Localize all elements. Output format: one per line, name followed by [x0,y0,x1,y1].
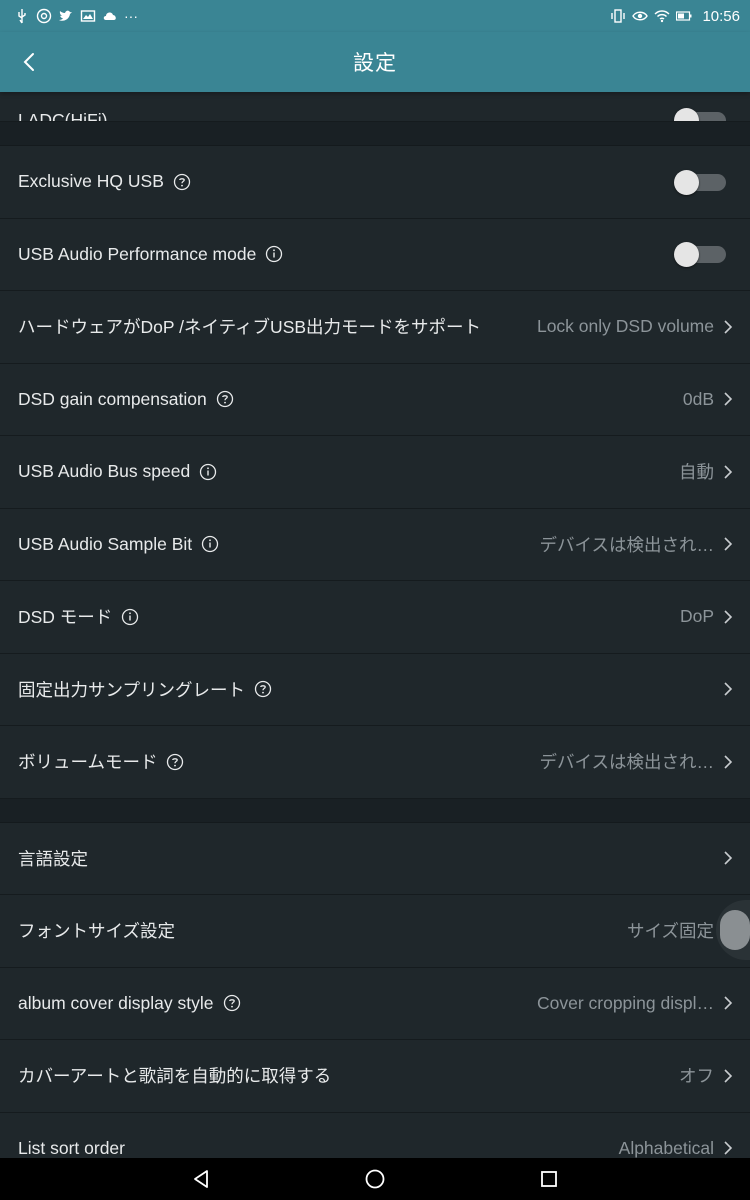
toggle-thumb [674,169,699,195]
cloud-icon [102,8,118,24]
setting-row-volume-mode[interactable]: ボリュームモード デバイスは検出され… [0,726,750,799]
setting-label: USB Audio Performance mode [18,243,257,264]
setting-label: DSD gain compensation [18,388,207,409]
triangle-back-icon [190,1168,212,1190]
setting-value: Cover cropping displ… [536,992,714,1013]
setting-value: デバイスは検出され… [539,534,714,555]
setting-row-dsd-mode[interactable]: DSD モード DoP [0,581,750,654]
help-icon[interactable] [254,680,272,698]
setting-row-usb-performance[interactable]: USB Audio Performance mode [0,218,750,291]
eye-icon [632,8,649,24]
usb-icon [14,8,30,24]
app-bar: 設定 [0,32,750,92]
setting-label: LADC(HiFi) [18,110,108,122]
exclusive-hq-usb-toggle[interactable] [674,169,726,195]
setting-row-dsd-gain[interactable]: DSD gain compensation 0dB [0,363,750,436]
chevron-right-icon [722,319,734,335]
toggle-thumb [674,242,699,268]
setting-row-usb-sample-bit[interactable]: USB Audio Sample Bit デバイスは検出され… [0,508,750,581]
chevron-right-icon [722,1140,734,1156]
nav-recents-button[interactable] [532,1162,566,1196]
setting-label: album cover display style [18,992,214,1013]
setting-label: フォントサイズ設定 [18,921,175,942]
navigation-bar [0,1158,750,1200]
setting-label: カバーアートと歌詞を自動的に取得する [18,1066,332,1087]
setting-row-usb-bus-speed[interactable]: USB Audio Bus speed 自動 [0,436,750,509]
chevron-right-icon [722,609,734,625]
setting-label: USB Audio Sample Bit [18,533,193,554]
setting-value: サイズ固定 [627,921,714,942]
back-button[interactable] [10,42,50,82]
status-time: 10:56 [702,7,740,25]
back-arrow-icon [19,51,41,73]
setting-label: List sort order [18,1137,125,1158]
setting-label: ハードウェアがDoP /ネイティブUSB出力モードをサポート [18,317,482,338]
scroll-handle[interactable] [712,900,750,960]
twitter-icon [58,8,74,24]
help-icon[interactable] [216,390,234,408]
nav-home-button[interactable] [358,1162,392,1196]
setting-label: USB Audio Bus speed [18,461,191,482]
chevron-right-icon [722,681,734,697]
chevron-right-icon [722,391,734,407]
setting-row-list-sort[interactable]: List sort order Alphabetical [0,1112,750,1158]
info-icon[interactable] [201,535,219,553]
wifi-icon [654,8,670,24]
setting-value: デバイスは検出され… [539,752,714,773]
section-divider [0,122,750,146]
chevron-right-icon [722,464,734,480]
setting-value: オフ [679,1066,714,1087]
photo-icon [80,8,96,24]
setting-value: Lock only DSD volume [536,316,714,337]
setting-row-hardware-dop[interactable]: ハードウェアがDoP /ネイティブUSB出力モードをサポート Lock only… [0,291,750,364]
setting-value: 0dB [682,388,714,409]
help-icon[interactable] [173,173,191,191]
setting-value: DoP [679,606,714,627]
setting-row-exclusive-hq-usb[interactable]: Exclusive HQ USB [0,146,750,219]
battery-icon [676,8,692,24]
settings-screen: ··· 10:56 設定 LADC(HiFi) Exclusive HQ USB… [0,0,750,1200]
info-icon[interactable] [265,245,283,263]
status-left: ··· [14,8,138,24]
section-divider [0,798,750,823]
ladc-toggle[interactable] [674,107,726,121]
setting-row-fixed-sample-rate[interactable]: 固定出力サンプリングレート [0,653,750,726]
help-icon[interactable] [166,753,184,771]
setting-value: 自動 [679,462,714,483]
chevron-right-icon [722,995,734,1011]
setting-label: Exclusive HQ USB [18,171,164,192]
setting-row-ladc[interactable]: LADC(HiFi) [0,92,750,122]
chevron-right-icon [722,1068,734,1084]
chevron-right-icon [722,536,734,552]
more-notifications: ··· [124,8,138,24]
chevron-right-icon [722,850,734,866]
square-recents-icon [538,1168,560,1190]
circle-home-icon [364,1168,386,1190]
vibrate-icon [610,8,626,24]
at-sign-icon [36,8,52,24]
setting-row-font-size[interactable]: フォントサイズ設定 サイズ固定 [0,895,750,968]
scroll-handle-thumb[interactable] [720,910,750,950]
setting-value: Alphabetical [618,1137,714,1158]
nav-back-button[interactable] [184,1162,218,1196]
setting-row-language[interactable]: 言語設定 [0,822,750,895]
setting-label: 言語設定 [18,848,88,869]
status-bar: ··· 10:56 [0,0,750,32]
page-title: 設定 [353,52,397,75]
setting-label: ボリュームモード [18,752,158,773]
setting-label: 固定出力サンプリングレート [18,679,245,700]
chevron-right-icon [722,754,734,770]
setting-row-album-cover-style[interactable]: album cover display style Cover cropping… [0,967,750,1040]
usb-performance-toggle[interactable] [674,241,726,268]
help-icon[interactable] [223,994,241,1012]
setting-row-auto-fetch[interactable]: カバーアートと歌詞を自動的に取得する オフ [0,1040,750,1113]
info-icon[interactable] [199,463,217,481]
settings-list[interactable]: LADC(HiFi) Exclusive HQ USB USB Audio Pe… [0,92,750,1158]
status-right: 10:56 [610,8,740,25]
toggle-thumb [674,108,699,121]
info-icon[interactable] [121,608,139,626]
setting-label: DSD モード [18,607,113,628]
